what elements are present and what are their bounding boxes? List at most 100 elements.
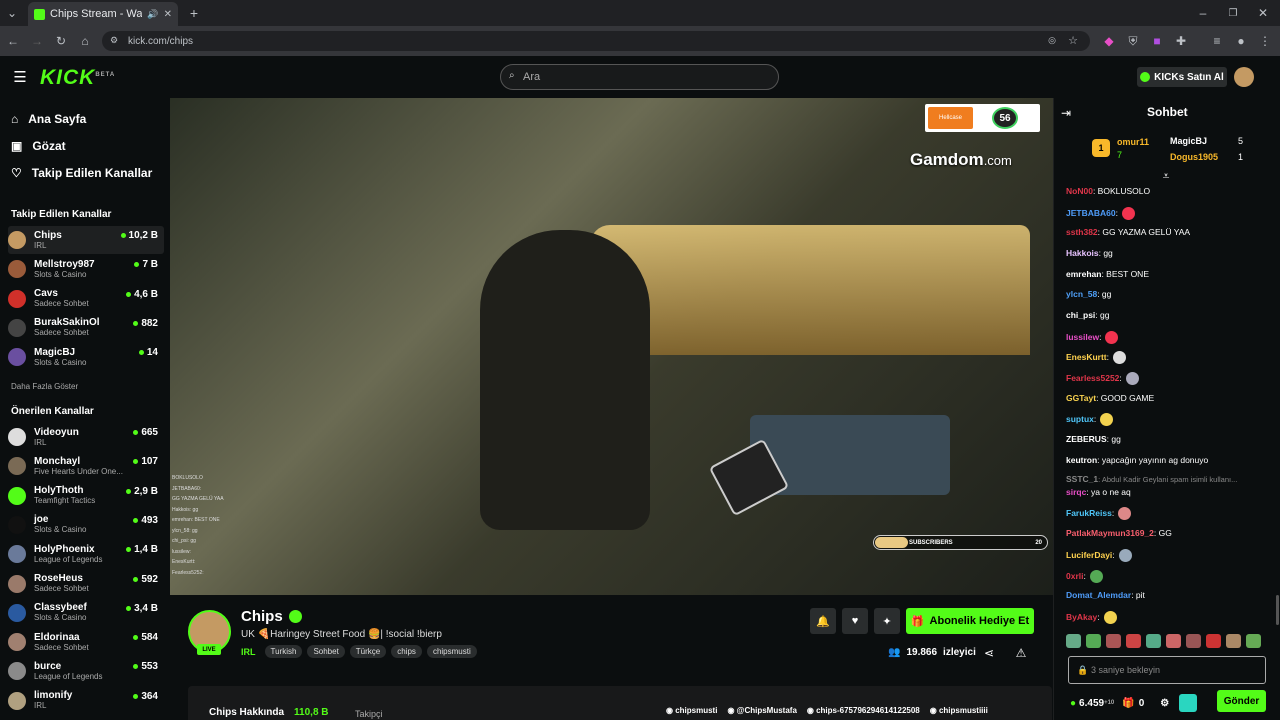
profile-icon[interactable]: ● — [1234, 34, 1248, 48]
chat-username[interactable]: Fearless5252 — [1066, 373, 1119, 383]
emote-icon[interactable] — [1186, 634, 1201, 648]
reload-icon[interactable]: ↻ — [54, 34, 68, 48]
back-icon[interactable]: ← — [6, 34, 20, 48]
tag-chip[interactable]: Türkçe — [349, 645, 387, 658]
sidebar-channel[interactable]: joe Slots & Casino 493 — [8, 511, 164, 539]
sidebar-channel[interactable]: Classybeef Slots & Casino 3,4 B — [8, 599, 164, 627]
gift-subscription-button[interactable]: 🎁 Abonelik Hediye Et — [906, 608, 1034, 634]
sidebar-channel[interactable]: Cavs Sadece Sohbet 4,6 B — [8, 285, 164, 313]
kick-logo[interactable]: KICKBETA — [40, 66, 115, 90]
social-link[interactable]: ◉ chipsmusti — [666, 706, 717, 715]
chat-username[interactable]: Domat_Alemdar — [1066, 590, 1131, 600]
user-avatar[interactable] — [1234, 67, 1254, 87]
close-tab-icon[interactable]: ✕ — [164, 9, 172, 20]
chat-username[interactable]: JETBABA60 — [1066, 208, 1116, 218]
chat-username[interactable]: Hakkois — [1066, 248, 1099, 258]
chat-username[interactable]: NoN00 — [1066, 186, 1093, 196]
sidebar-channel[interactable]: MagicBJ Slots & Casino 14 — [8, 343, 164, 371]
pin-icon[interactable]: ⩡ — [1160, 169, 1172, 183]
chat-username[interactable]: 0xrli — [1066, 571, 1084, 581]
chat-username[interactable]: PatlakMaymun3169_2 — [1066, 528, 1154, 538]
collapse-chat-icon[interactable]: ⇥ — [1060, 106, 1072, 120]
search-input[interactable]: ⌕ Ara — [500, 64, 779, 90]
chat-username[interactable]: ZEBERUS — [1066, 434, 1107, 444]
extension-purple-icon[interactable]: ■ — [1150, 34, 1164, 48]
chat-username[interactable]: chi_psi — [1066, 310, 1095, 320]
emote-button[interactable]: ✦ — [874, 608, 900, 634]
tag-chip[interactable]: chipsmusti — [426, 645, 477, 658]
minimize-icon[interactable]: – — [1196, 6, 1210, 20]
chat-username[interactable]: sirqc — [1066, 487, 1086, 497]
close-window-icon[interactable]: ✕ — [1256, 6, 1270, 20]
shield-icon[interactable]: ⛨ — [1126, 34, 1140, 48]
notification-bell-button[interactable]: 🔔 — [810, 608, 836, 634]
sidebar-channel[interactable]: limonify IRL 364 — [8, 687, 164, 715]
follow-button[interactable]: ♥ — [842, 608, 868, 634]
social-link[interactable]: ◉ chipsmustiiii — [930, 706, 988, 715]
emote-icon[interactable] — [1226, 634, 1241, 648]
new-tab-icon[interactable]: + — [186, 5, 202, 21]
chat-username[interactable]: GGTayt — [1066, 393, 1096, 403]
social-link[interactable]: ◉ @ChipsMustafa — [727, 706, 796, 715]
sidebar-channel[interactable]: burce League of Legends 553 — [8, 657, 164, 685]
report-icon[interactable]: ⚠ — [1015, 646, 1027, 660]
chat-input[interactable]: 🔒 3 saniye bekleyin — [1068, 656, 1266, 684]
puzzle-icon[interactable]: ✚ — [1174, 34, 1188, 48]
sidebar-channel[interactable]: HolyPhoenix League of Legends 1,4 B — [8, 540, 164, 568]
social-link[interactable]: ◉ chips-675796294614122508 — [807, 706, 920, 715]
chat-username[interactable]: ByAkay — [1066, 612, 1097, 622]
browser-tab[interactable]: Chips Stream - Watch Live 🔊 ✕ — [28, 2, 178, 26]
chat-username[interactable]: emrehan — [1066, 269, 1101, 279]
show-more-link[interactable]: Daha Fazla Göster — [11, 382, 78, 391]
buy-kicks-button[interactable]: KICKs Satın Al — [1137, 67, 1227, 87]
chat-username[interactable]: suptux — [1066, 414, 1094, 424]
emote-icon[interactable] — [1066, 634, 1081, 648]
tag-chip[interactable]: Turkish — [264, 645, 303, 658]
sidebar-channel[interactable]: Eldorinaa Sadece Sohbet 584 — [8, 628, 164, 656]
media-controls-icon[interactable]: ≡ — [1210, 34, 1224, 48]
share-icon[interactable]: ⋖ — [983, 646, 995, 660]
emote-icon[interactable] — [1246, 634, 1261, 648]
menu-dots-icon[interactable]: ⋮ — [1258, 34, 1272, 48]
tab-list-icon[interactable]: ⌄ — [4, 6, 20, 20]
emote-icon[interactable] — [1086, 634, 1101, 648]
hamburger-menu-icon[interactable]: ☰ — [12, 69, 28, 86]
speaker-icon[interactable]: 🔊 — [147, 9, 158, 20]
gift-small-icon[interactable]: 🎁 — [1122, 698, 1134, 709]
send-button[interactable]: Gönder — [1217, 690, 1266, 712]
sidebar-channel[interactable]: Videoyun IRL 665 — [8, 423, 164, 451]
chat-username[interactable]: SSTC_1 — [1066, 474, 1098, 484]
sidebar-channel[interactable]: BurakSakinOl Sadece Sohbet 882 — [8, 314, 164, 342]
emote-icon[interactable] — [1126, 634, 1141, 648]
sidebar-channel[interactable]: Chips IRL 10,2 B — [8, 226, 164, 254]
nav-following[interactable]: ♡ Takip Edilen Kanallar — [11, 166, 152, 180]
chat-scrollbar[interactable] — [1276, 595, 1279, 625]
site-settings-icon[interactable]: ⚙ — [110, 35, 118, 46]
sidebar-channel[interactable]: RoseHeus Sadece Sohbet 592 — [8, 570, 164, 598]
nav-browse[interactable]: ▣ Gözat — [11, 139, 66, 153]
home-browser-icon[interactable]: ⌂ — [78, 34, 92, 48]
tag-chip[interactable]: Sohbet — [307, 645, 345, 658]
settings-gear-icon[interactable]: ⚙ — [1160, 698, 1169, 709]
category-link[interactable]: IRL — [241, 647, 256, 657]
emote-icon[interactable] — [1146, 634, 1161, 648]
chat-username[interactable]: EnesKurtt — [1066, 352, 1107, 362]
chat-username[interactable]: lussilew — [1066, 332, 1099, 342]
maximize-icon[interactable]: ❐ — [1226, 6, 1240, 20]
chat-username[interactable]: FarukReiss — [1066, 508, 1112, 518]
emote-icon[interactable] — [1106, 634, 1121, 648]
sidebar-channel[interactable]: Mellstroy987 Slots & Casino 7 B — [8, 255, 164, 283]
sidebar-channel[interactable]: Monchayl Five Hearts Under One... 107 — [8, 452, 164, 480]
chat-username[interactable]: ssth382 — [1066, 227, 1098, 237]
extension-icon[interactable]: ◆ — [1102, 34, 1116, 48]
emote-icon[interactable] — [1206, 634, 1221, 648]
chat-username[interactable]: ylcn_58 — [1066, 289, 1097, 299]
chat-username[interactable]: keutron — [1066, 455, 1097, 465]
chat-username[interactable]: LuciferDayi — [1066, 550, 1112, 560]
bookmark-star-icon[interactable]: ☆ — [1068, 34, 1078, 47]
emote-icon[interactable] — [1166, 634, 1181, 648]
emote-picker-icon[interactable] — [1179, 694, 1198, 712]
sidebar-channel[interactable]: HolyThoth Teamfight Tactics 2,9 B — [8, 482, 164, 510]
forward-icon[interactable]: → — [30, 34, 44, 48]
eye-off-icon[interactable]: ◎ — [1048, 35, 1056, 46]
